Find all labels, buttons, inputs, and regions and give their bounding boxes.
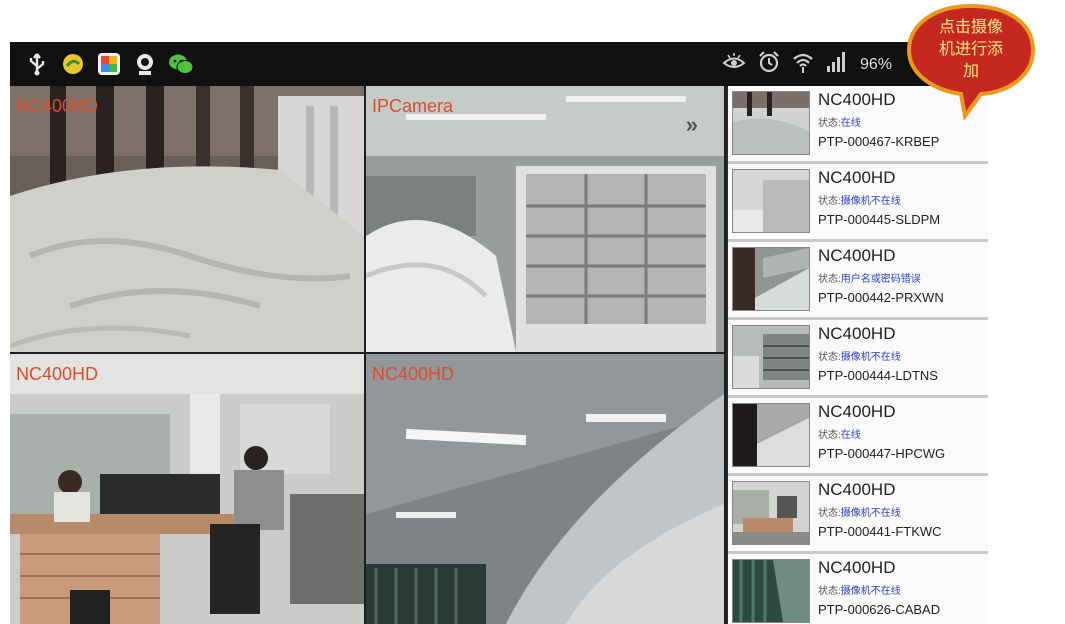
camera-name-label: NC400HD [16, 96, 99, 116]
wifi-icon [792, 51, 814, 78]
camera-view-showroom [366, 86, 724, 352]
camera-view-office [10, 354, 364, 624]
status-value: 摄像机不在线 [840, 352, 901, 363]
gallery-icon [96, 51, 122, 77]
camera-app-icon [132, 51, 158, 77]
android-tablet-screen: 96% NC400HD IPCamera » NC400HD NC400HD N… [10, 42, 988, 624]
device-status: 状态:在线 [818, 426, 861, 441]
camera-grid: NC400HD IPCamera » NC400HD NC400HD [10, 86, 724, 624]
device-id: PTP-000467-KRBEP [818, 134, 940, 149]
eye-icon [722, 52, 746, 77]
device-id: PTP-000442-PRXWN [818, 290, 944, 305]
add-camera-callout: 点击摄像 机进行添 加 [905, 2, 1037, 120]
camera-name-label: NC400HD [16, 364, 99, 384]
device-name: NC400HD [818, 402, 896, 421]
device-name: NC400HD [818, 90, 896, 109]
status-value: 在线 [840, 430, 861, 441]
status-label: 状态: [818, 586, 841, 597]
status-label: 状态: [818, 430, 841, 441]
device-id: PTP-000626-CABAD [818, 602, 941, 617]
device-name: NC400HD [818, 558, 896, 577]
status-value: 摄像机不在线 [840, 586, 901, 597]
usb-icon [24, 51, 50, 77]
status-value: 在线 [840, 118, 861, 129]
camera-tile-2[interactable]: IPCamera » [366, 86, 724, 352]
device-status: 状态:摄像机不在线 [818, 192, 901, 207]
status-label: 状态: [818, 196, 841, 207]
camera-view-bedroom [10, 86, 364, 352]
callout-line-2: 机进行添 [938, 39, 1003, 58]
device-name: NC400HD [818, 480, 896, 499]
device-name: NC400HD [818, 168, 896, 187]
camera-thumbnail [732, 559, 810, 623]
device-id: PTP-000444-LDTNS [818, 368, 938, 383]
status-value: 摄像机不在线 [840, 508, 901, 519]
signal-icon [826, 52, 848, 77]
device-list-item[interactable]: NC400HD 状态:用户名或密码错误 PTP-000442-PRXWN [728, 242, 988, 320]
device-list-item[interactable]: NC400HD 状态:摄像机不在线 PTP-000441-FTKWC [728, 476, 988, 554]
device-list-item[interactable]: NC400HD 状态:摄像机不在线 PTP-000444-LDTNS [728, 320, 988, 398]
status-value: 摄像机不在线 [840, 196, 901, 207]
camera-thumbnail [732, 481, 810, 545]
device-status: 状态:摄像机不在线 [818, 348, 901, 363]
camera-thumbnail [732, 247, 810, 311]
device-status: 状态:在线 [818, 114, 861, 129]
camera-view-ceiling [366, 354, 724, 624]
bean-icon [60, 51, 86, 77]
status-label: 状态: [818, 118, 841, 129]
camera-tile-4[interactable]: NC400HD [366, 354, 724, 624]
device-name: NC400HD [818, 246, 896, 265]
device-name: NC400HD [818, 324, 896, 343]
wechat-icon [168, 51, 194, 77]
camera-device-list: NC400HD 状态:在线 PTP-000467-KRBEP NC400HD 状… [726, 86, 988, 624]
status-label: 状态: [818, 352, 841, 363]
camera-name-label: IPCamera [372, 96, 454, 116]
alarm-clock-icon [758, 51, 780, 78]
device-id: PTP-000445-SLDPM [818, 212, 941, 227]
system-icons: 96% [722, 51, 892, 78]
device-id: PTP-000447-HPCWG [818, 446, 946, 461]
device-list-item[interactable]: NC400HD 状态:摄像机不在线 PTP-000445-SLDPM [728, 164, 988, 242]
callout-line-3: 加 [962, 61, 979, 80]
camera-name-label: NC400HD [372, 364, 455, 384]
status-label: 状态: [818, 274, 841, 285]
status-label: 状态: [818, 508, 841, 519]
device-status: 状态:用户名或密码错误 [818, 270, 921, 285]
battery-percentage: 96% [859, 55, 892, 73]
callout-line-1: 点击摄像 [938, 17, 1003, 36]
device-list-item[interactable]: NC400HD 状态:在线 PTP-000447-HPCWG [728, 398, 988, 476]
status-bar: 96% [10, 42, 988, 86]
status-value: 用户名或密码错误 [840, 274, 921, 285]
notification-icons [24, 51, 194, 77]
callout-text: 点击摄像 机进行添 加 [915, 16, 1027, 82]
camera-tile-1[interactable]: NC400HD [10, 86, 364, 352]
camera-thumbnail [732, 403, 810, 467]
device-status: 状态:摄像机不在线 [818, 504, 901, 519]
double-chevron-right-icon[interactable]: » [686, 112, 698, 138]
device-list-item[interactable]: NC400HD 状态:摄像机不在线 PTP-000626-CABAD [728, 554, 988, 624]
camera-tile-3[interactable]: NC400HD [10, 354, 364, 624]
camera-thumbnail [732, 325, 810, 389]
device-status: 状态:摄像机不在线 [818, 582, 901, 597]
device-id: PTP-000441-FTKWC [818, 524, 942, 539]
camera-thumbnail [732, 91, 810, 155]
camera-thumbnail [732, 169, 810, 233]
